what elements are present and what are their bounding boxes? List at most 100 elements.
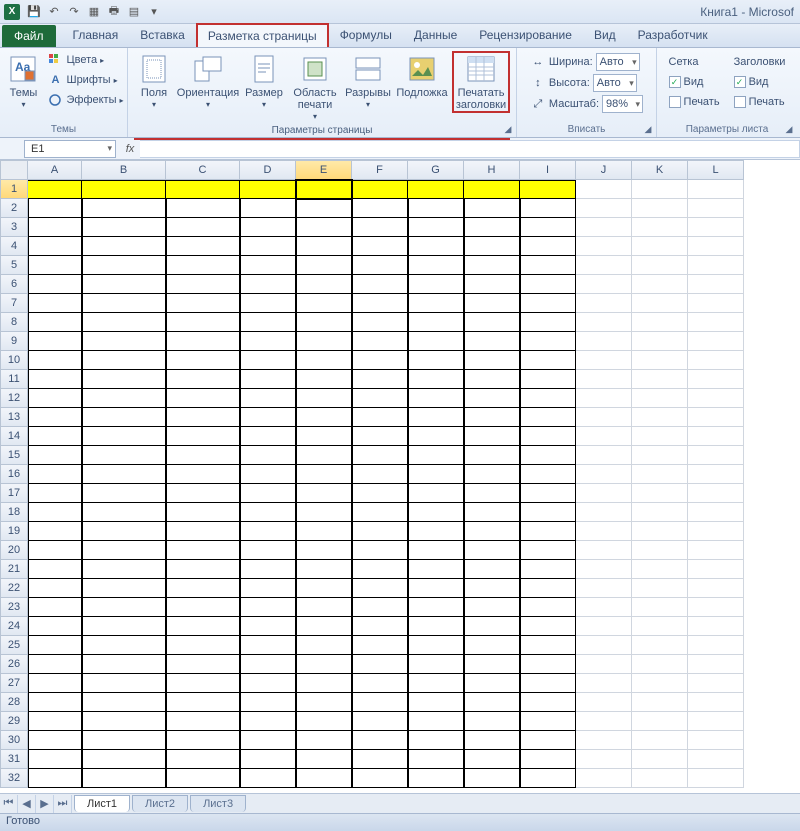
cell[interactable]	[688, 560, 744, 579]
cell[interactable]	[352, 237, 408, 256]
cell[interactable]	[240, 408, 296, 427]
cell[interactable]	[240, 769, 296, 788]
cell[interactable]	[688, 674, 744, 693]
cell[interactable]	[240, 636, 296, 655]
cell[interactable]	[408, 560, 464, 579]
cell[interactable]	[82, 313, 166, 332]
cell[interactable]	[576, 750, 632, 769]
cell[interactable]	[240, 522, 296, 541]
cell[interactable]	[632, 408, 688, 427]
cell[interactable]	[408, 522, 464, 541]
cell[interactable]	[408, 256, 464, 275]
row-header[interactable]: 4	[0, 237, 28, 256]
row-header[interactable]: 11	[0, 370, 28, 389]
cell[interactable]	[240, 503, 296, 522]
cell[interactable]	[82, 769, 166, 788]
cell[interactable]	[688, 180, 744, 199]
cell[interactable]	[28, 180, 82, 199]
cell[interactable]	[28, 579, 82, 598]
cell[interactable]	[464, 579, 520, 598]
cell[interactable]	[352, 484, 408, 503]
row-header[interactable]: 19	[0, 522, 28, 541]
row-header[interactable]: 16	[0, 465, 28, 484]
cell[interactable]	[296, 750, 352, 769]
cell[interactable]	[166, 750, 240, 769]
cell[interactable]	[166, 541, 240, 560]
cell[interactable]	[464, 313, 520, 332]
cell[interactable]	[296, 294, 352, 313]
cell[interactable]	[296, 579, 352, 598]
cell[interactable]	[166, 275, 240, 294]
cell[interactable]	[296, 256, 352, 275]
cell[interactable]	[576, 636, 632, 655]
orientation-button[interactable]: Ориентация▾	[178, 51, 238, 111]
cell[interactable]	[240, 693, 296, 712]
cell[interactable]	[82, 598, 166, 617]
cell[interactable]	[520, 427, 576, 446]
cell[interactable]	[296, 731, 352, 750]
cell[interactable]	[28, 408, 82, 427]
column-header[interactable]: J	[576, 160, 632, 180]
cell[interactable]	[82, 275, 166, 294]
cell[interactable]	[82, 636, 166, 655]
tab-данные[interactable]: Данные	[403, 23, 468, 47]
row-header[interactable]: 15	[0, 446, 28, 465]
cell[interactable]	[464, 503, 520, 522]
headings-print-check[interactable]: Печать	[734, 93, 786, 111]
cell[interactable]	[82, 617, 166, 636]
cell[interactable]	[464, 294, 520, 313]
cell[interactable]	[240, 199, 296, 218]
cell[interactable]	[28, 370, 82, 389]
cell[interactable]	[240, 389, 296, 408]
cell[interactable]	[296, 617, 352, 636]
cell[interactable]	[688, 218, 744, 237]
cell[interactable]	[166, 199, 240, 218]
cell[interactable]	[240, 237, 296, 256]
row-header[interactable]: 27	[0, 674, 28, 693]
cell[interactable]	[82, 389, 166, 408]
cell[interactable]	[296, 180, 352, 199]
cell[interactable]	[688, 484, 744, 503]
cell[interactable]	[408, 237, 464, 256]
cell[interactable]	[352, 522, 408, 541]
cell[interactable]	[408, 579, 464, 598]
cell[interactable]	[576, 237, 632, 256]
cell[interactable]	[352, 560, 408, 579]
cell[interactable]	[520, 598, 576, 617]
cell[interactable]	[408, 769, 464, 788]
cell[interactable]	[688, 750, 744, 769]
cell[interactable]	[296, 446, 352, 465]
cell[interactable]	[632, 579, 688, 598]
cell[interactable]	[464, 750, 520, 769]
cell[interactable]	[82, 522, 166, 541]
cell[interactable]	[240, 465, 296, 484]
row-header[interactable]: 5	[0, 256, 28, 275]
cell[interactable]	[464, 560, 520, 579]
cell[interactable]	[240, 655, 296, 674]
sheet-nav-next-icon[interactable]: ▶	[36, 795, 54, 813]
cell[interactable]	[576, 712, 632, 731]
cell[interactable]	[240, 731, 296, 750]
cell[interactable]	[408, 712, 464, 731]
cell[interactable]	[82, 180, 166, 199]
cell[interactable]	[28, 351, 82, 370]
cell[interactable]	[352, 351, 408, 370]
cell[interactable]	[464, 218, 520, 237]
cell[interactable]	[576, 560, 632, 579]
cell[interactable]	[520, 522, 576, 541]
cell[interactable]	[352, 503, 408, 522]
cell[interactable]	[576, 541, 632, 560]
cell[interactable]	[464, 256, 520, 275]
cell[interactable]	[28, 199, 82, 218]
cell[interactable]	[28, 712, 82, 731]
cell[interactable]	[464, 408, 520, 427]
tab-вставка[interactable]: Вставка	[129, 23, 196, 47]
sheet-nav-first-icon[interactable]: ⏮	[0, 795, 18, 813]
gridlines-view-check[interactable]: ✓Вид	[669, 73, 720, 91]
cell[interactable]	[28, 484, 82, 503]
cell[interactable]	[688, 655, 744, 674]
cell[interactable]	[576, 522, 632, 541]
cell[interactable]	[352, 294, 408, 313]
cell[interactable]	[520, 503, 576, 522]
cell[interactable]	[464, 427, 520, 446]
